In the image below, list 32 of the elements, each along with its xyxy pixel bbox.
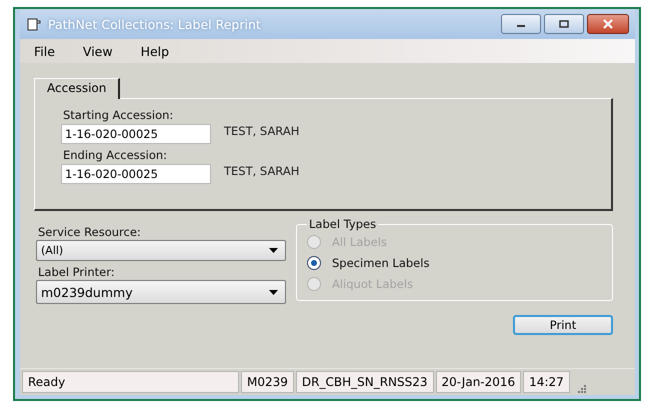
dropdown-label: Service Resource: (38, 225, 142, 239)
patient-name: TEST, SARAH (224, 164, 300, 178)
close-button[interactable] (587, 14, 629, 34)
caret-icon (269, 290, 278, 294)
app-icon (26, 16, 42, 32)
dropdown[interactable]: (All) (36, 240, 286, 261)
patient-name: TEST, SARAH (224, 124, 300, 138)
resize-grip-icon (576, 383, 586, 393)
field-label: Starting Accession: (63, 108, 174, 122)
status-field: Ready (22, 371, 239, 393)
status-field: M0239 (241, 371, 294, 393)
print-button[interactable]: Print (513, 315, 613, 335)
menu-item[interactable]: View (82, 44, 113, 58)
maximize-icon (558, 20, 570, 28)
accession-field[interactable]: 1-16-020-00025 (61, 164, 211, 184)
field-label: Ending Accession: (63, 148, 168, 162)
window-title: PathNet Collections: Label Reprint (48, 16, 262, 32)
radio-option[interactable]: Specimen Labels (307, 252, 602, 273)
menu-item[interactable]: File (34, 44, 55, 58)
minimize-button[interactable] (501, 14, 541, 34)
group-title: Label Types (308, 217, 378, 231)
accession-field[interactable]: 1-16-020-00025 (61, 124, 211, 144)
dropdown[interactable]: m0239dummy (36, 280, 286, 304)
status-field: 20-Jan-2016 (436, 371, 522, 393)
status-field: 14:27 (523, 371, 570, 393)
maximize-button[interactable] (544, 14, 584, 34)
caret-icon (269, 248, 278, 253)
close-icon (602, 19, 614, 29)
dropdown-label: Label Printer: (38, 265, 116, 279)
menu-item[interactable]: Help (140, 44, 170, 58)
tab[interactable]: Accession (34, 78, 120, 99)
status-field: DR_CBH_SN_RNSS23 (296, 371, 434, 393)
